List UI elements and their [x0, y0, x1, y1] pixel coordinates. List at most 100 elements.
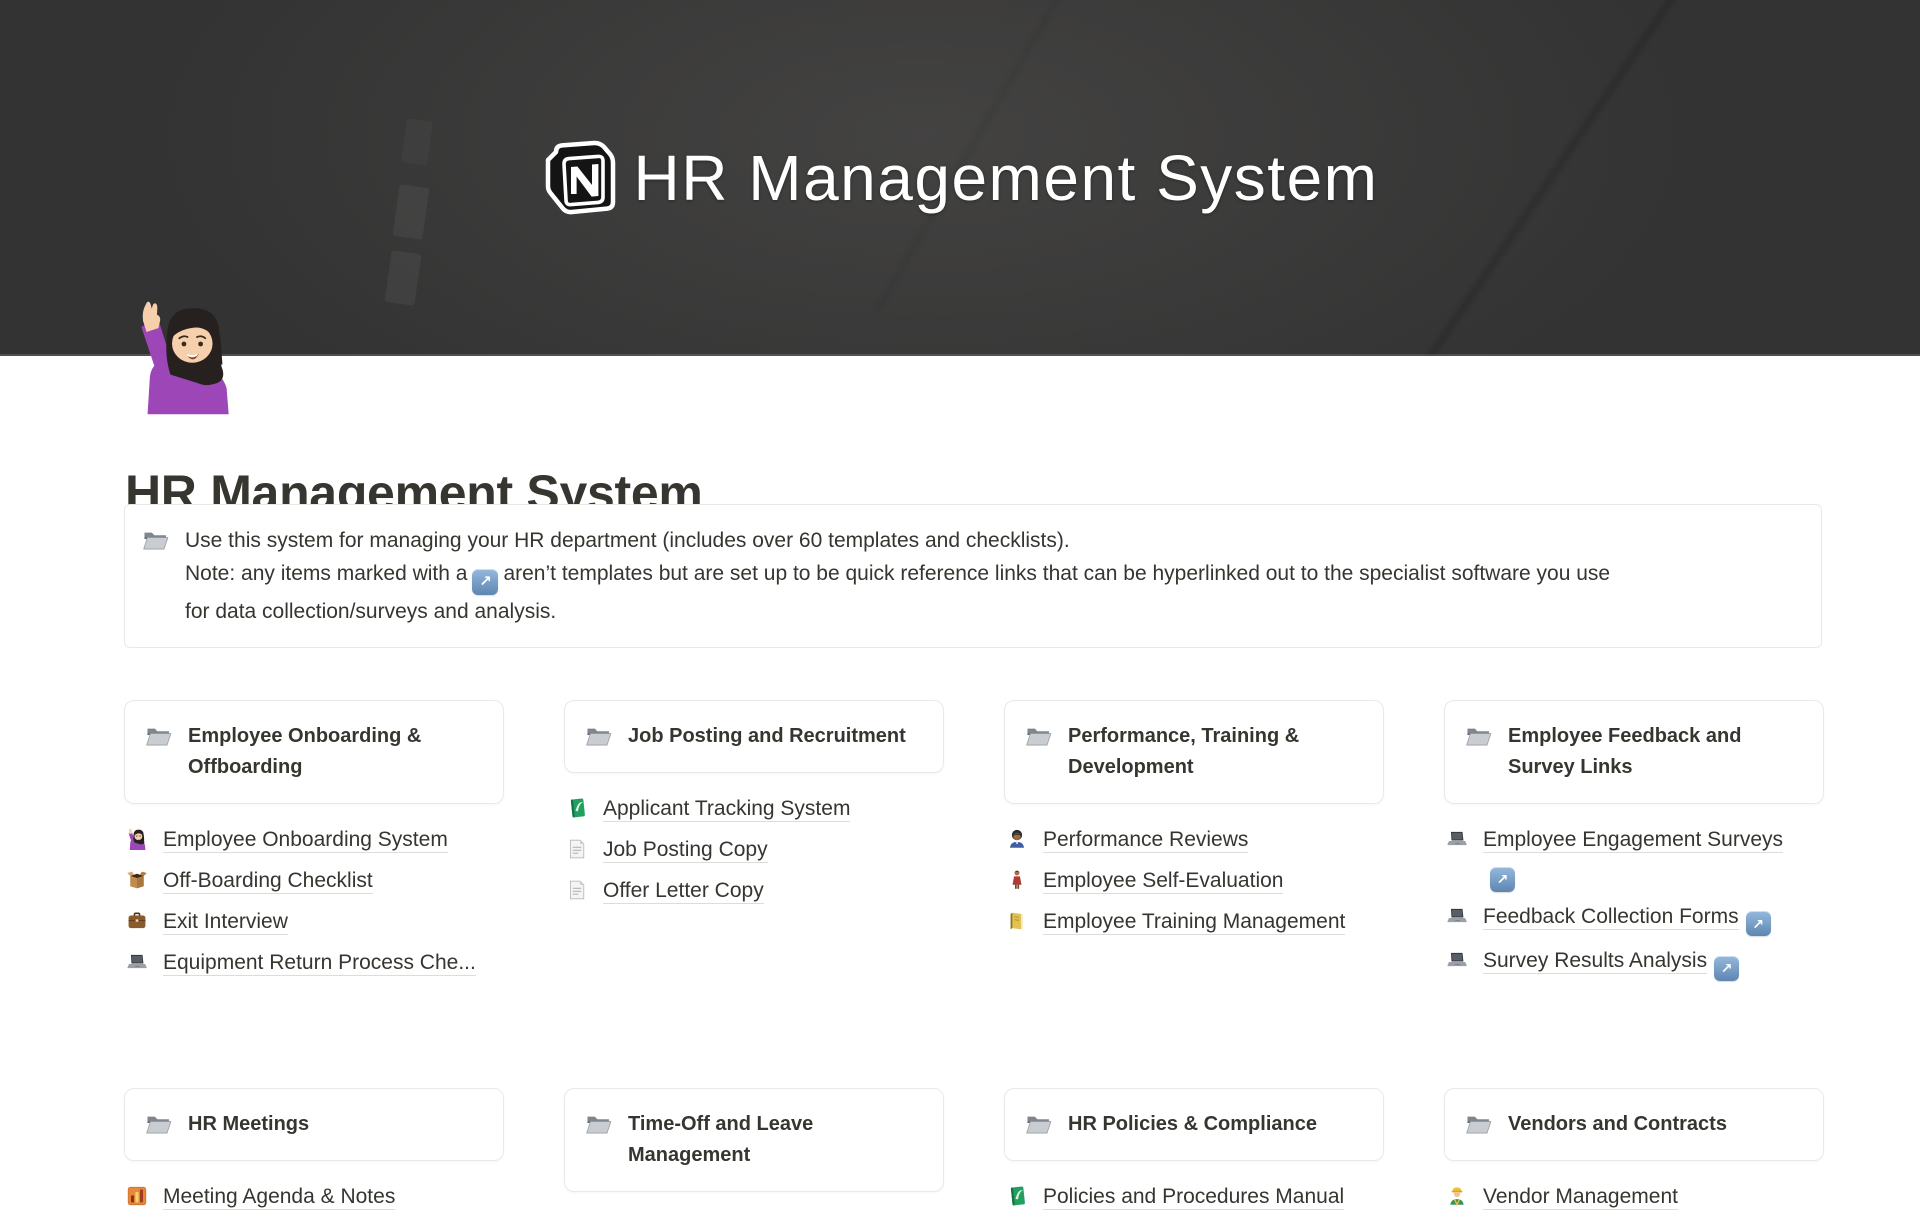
section: Vendors and Contracts Vendor Management	[1444, 1088, 1824, 1222]
construction-worker-icon	[1446, 1185, 1468, 1207]
page-link-label: Survey Results Analysis	[1483, 949, 1707, 974]
link-item: Meeting Agenda & Notes	[126, 1181, 504, 1213]
bar-chart-icon	[126, 1185, 148, 1207]
card-title: Employee Onboarding &Offboarding	[188, 721, 421, 783]
links-list: Policies and Procedures Manual	[1004, 1181, 1384, 1213]
card-title: Employee Feedback andSurvey Links	[1508, 721, 1741, 783]
page-link[interactable]: Feedback Collection Forms↗	[1483, 901, 1771, 937]
laptop-icon	[1446, 949, 1468, 971]
link-item: Exit Interview	[126, 906, 504, 938]
page-link[interactable]: Job Posting Copy	[603, 834, 768, 866]
card-title: HR Policies & Compliance	[1068, 1109, 1317, 1140]
open-folder-icon	[1025, 1111, 1052, 1138]
callout-text: Use this system for managing your HR dep…	[185, 524, 1615, 628]
cover-title: HR Management System	[0, 0, 1920, 356]
card-title: Performance, Training &Development	[1068, 721, 1299, 783]
section: HR Meetings Meeting Agenda & Notes	[124, 1088, 504, 1222]
page-link-label: Policies and Procedures Manual	[1043, 1185, 1344, 1210]
link-item: Job Posting Copy	[566, 834, 944, 866]
section-card[interactable]: Job Posting and Recruitment	[564, 700, 944, 773]
link-item: Survey Results Analysis ↗	[1446, 945, 1824, 981]
open-folder-icon	[585, 1111, 612, 1138]
page-link-label: Offer Letter Copy	[603, 879, 764, 904]
external-link-icon: ↗	[1714, 956, 1739, 981]
page-link[interactable]: Employee Onboarding System	[163, 824, 448, 856]
page-link[interactable]: Applicant Tracking System	[603, 793, 850, 825]
laptop-icon	[1446, 828, 1468, 850]
links-list: Vendor Management	[1444, 1181, 1824, 1213]
standing-person-icon	[1006, 869, 1028, 891]
page-link[interactable]: Policies and Procedures Manual	[1043, 1181, 1344, 1213]
document-icon	[566, 879, 588, 901]
section: HR Policies & Compliance Policies and Pro…	[1004, 1088, 1384, 1222]
callout: Use this system for managing your HR dep…	[124, 504, 1822, 648]
open-folder-icon	[1465, 723, 1492, 750]
links-list: Employee Engagement Surveys↗Feedback Col…	[1444, 824, 1824, 981]
page-link[interactable]: Meeting Agenda & Notes	[163, 1181, 395, 1213]
open-folder-icon	[1025, 723, 1052, 750]
page-link-label: Employee Engagement Surveys	[1483, 828, 1783, 853]
laptop-icon	[1446, 905, 1468, 927]
page-link-label: Off-Boarding Checklist	[163, 869, 373, 894]
callout-note: Note: any items marked with a↗aren’t tem…	[185, 557, 1615, 628]
page-link-label: Meeting Agenda & Notes	[163, 1185, 395, 1210]
section-card[interactable]: Performance, Training &Development	[1004, 700, 1384, 804]
page-link[interactable]: Vendor Management	[1483, 1181, 1678, 1213]
section: Employee Onboarding &Offboarding Employee…	[124, 700, 504, 1088]
link-item: Applicant Tracking System	[566, 793, 944, 825]
page-link[interactable]: Offer Letter Copy	[603, 875, 764, 907]
section-card[interactable]: Time-Off and LeaveManagement	[564, 1088, 944, 1192]
external-link-icon: ↗	[1746, 911, 1771, 936]
link-item: Off-Boarding Checklist	[126, 865, 504, 897]
cover-title-text: HR Management System	[634, 141, 1379, 215]
green-book-icon	[566, 797, 588, 819]
section: Job Posting and Recruitment Applicant Tra…	[564, 700, 944, 1088]
link-item: Equipment Return Process Che...	[126, 947, 504, 979]
page-link-label: Applicant Tracking System	[603, 797, 850, 822]
page-link[interactable]: Employee Self-Evaluation	[1043, 865, 1283, 897]
section-card[interactable]: Employee Onboarding &Offboarding	[124, 700, 504, 804]
open-folder-icon	[1465, 1111, 1492, 1138]
page-link[interactable]: Equipment Return Process Che...	[163, 947, 476, 979]
card-title: Job Posting and Recruitment	[628, 721, 906, 752]
page-link[interactable]: Employee Training Management	[1043, 906, 1345, 938]
open-folder-icon	[142, 527, 169, 554]
open-box-icon	[126, 869, 148, 891]
notion-logo-icon	[542, 140, 616, 218]
page-link[interactable]: Employee Engagement Surveys ↗	[1483, 824, 1783, 892]
sections-grid: Employee Onboarding &Offboarding Employee…	[124, 700, 1824, 1222]
open-folder-icon	[145, 723, 172, 750]
external-link-icon: ↗	[472, 569, 498, 595]
page-link-label: Performance Reviews	[1043, 828, 1248, 853]
link-item: Offer Letter Copy	[566, 875, 944, 907]
section: Performance, Training &Development Perfor…	[1004, 700, 1384, 1088]
link-item: Performance Reviews	[1006, 824, 1384, 856]
links-list: Performance Reviews Employee Self-Evaluat…	[1004, 824, 1384, 938]
page-link-label: Employee Onboarding System	[163, 828, 448, 853]
section-card[interactable]: HR Meetings	[124, 1088, 504, 1161]
page-link-label: Employee Self-Evaluation	[1043, 869, 1283, 894]
external-link-icon: ↗	[1490, 867, 1515, 892]
section-card[interactable]: Employee Feedback andSurvey Links	[1444, 700, 1824, 804]
section: Time-Off and LeaveManagement	[564, 1088, 944, 1222]
page-link-label: Equipment Return Process Che...	[163, 951, 476, 976]
section: Employee Feedback andSurvey Links Employe…	[1444, 700, 1824, 1088]
ledger-icon	[1006, 910, 1028, 932]
card-title: HR Meetings	[188, 1109, 309, 1140]
section-card[interactable]: HR Policies & Compliance	[1004, 1088, 1384, 1161]
links-list: Meeting Agenda & Notes	[124, 1181, 504, 1213]
link-item: Employee Training Management	[1006, 906, 1384, 938]
page-link[interactable]: Exit Interview	[163, 906, 288, 938]
page-link-label: Exit Interview	[163, 910, 288, 935]
page-link[interactable]: Off-Boarding Checklist	[163, 865, 373, 897]
page-link-label: Employee Training Management	[1043, 910, 1345, 935]
page-link[interactable]: Performance Reviews	[1043, 824, 1248, 856]
green-book-icon	[1006, 1185, 1028, 1207]
open-folder-icon	[145, 1111, 172, 1138]
document-icon	[566, 838, 588, 860]
section-card[interactable]: Vendors and Contracts	[1444, 1088, 1824, 1161]
page-icon[interactable]	[133, 297, 237, 417]
links-list: Employee Onboarding System Off-Boarding C…	[124, 824, 504, 979]
page-cover: HR Management System	[0, 0, 1920, 356]
page-link[interactable]: Survey Results Analysis ↗	[1483, 945, 1739, 981]
